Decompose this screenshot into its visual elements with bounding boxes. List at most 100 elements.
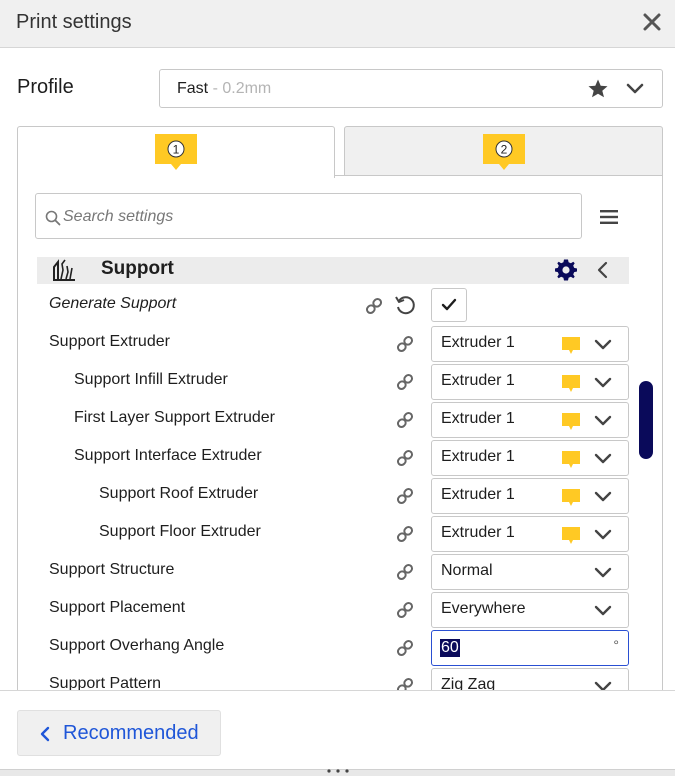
tab-badge-number: 1	[173, 143, 180, 157]
reset-icon[interactable]	[394, 294, 416, 316]
profile-dropdown[interactable]: Fast - 0.2mm	[159, 69, 663, 108]
dropdown-value: Extruder 1	[441, 448, 515, 465]
chevron-left-icon[interactable]	[595, 261, 611, 279]
link-icon	[396, 449, 414, 467]
chevron-down-icon	[594, 567, 612, 578]
dropdown-value: Everywhere	[441, 600, 526, 617]
support-overhang-angle-input[interactable]: 60 °	[431, 630, 629, 666]
dropdown-value: Extruder 1	[441, 410, 515, 427]
chevron-down-icon[interactable]	[626, 81, 644, 97]
support-infill-extruder-dropdown[interactable]: Extruder 1	[431, 364, 629, 400]
bottom-bar: Recommended	[0, 690, 675, 776]
link-icon	[396, 373, 414, 391]
title-bar: Print settings	[0, 0, 675, 48]
chevron-down-icon	[594, 415, 612, 426]
extruder-flag-icon	[562, 375, 580, 392]
link-icon	[396, 335, 414, 353]
setting-row-support-structure: Support Structure Normal	[18, 552, 638, 590]
dropdown-value: Extruder 1	[441, 486, 515, 503]
setting-label: Support Structure	[49, 561, 175, 578]
extruder-flag-icon	[562, 489, 580, 506]
chevron-down-icon	[594, 681, 612, 690]
setting-label: Generate Support	[49, 295, 177, 312]
first-layer-support-extruder-dropdown[interactable]: Extruder 1	[431, 402, 629, 438]
setting-row-support-overhang-angle: Support Overhang Angle 60 °	[18, 628, 638, 666]
dropdown-value: Extruder 1	[441, 372, 515, 389]
support-roof-extruder-dropdown[interactable]: Extruder 1	[431, 478, 629, 514]
tab-extruder-2[interactable]: 2	[344, 126, 663, 176]
setting-row-support-roof-extruder: Support Roof Extruder Extruder 1	[18, 476, 638, 514]
gear-icon[interactable]	[554, 258, 578, 282]
setting-label: Support Roof Extruder	[99, 485, 259, 502]
link-icon	[396, 525, 414, 543]
chevron-down-icon	[594, 453, 612, 464]
chevron-left-icon	[40, 726, 50, 742]
setting-label: Support Overhang Angle	[49, 637, 225, 654]
search-input[interactable]	[63, 205, 563, 229]
scrollbar-thumb[interactable]	[639, 381, 653, 459]
menu-icon[interactable]	[599, 208, 619, 226]
recommended-button[interactable]: Recommended	[17, 710, 221, 756]
setting-row-support-infill-extruder: Support Infill Extruder Extruder 1	[18, 362, 638, 400]
profile-label: Profile	[17, 76, 74, 98]
chevron-down-icon	[594, 377, 612, 388]
dropdown-value: Zig Zag	[441, 676, 496, 690]
profile-layer-height: - 0.2mm	[208, 80, 272, 97]
support-floor-extruder-dropdown[interactable]: Extruder 1	[431, 516, 629, 552]
setting-label: Support Floor Extruder	[99, 523, 261, 540]
setting-row-first-layer-support-extruder: First Layer Support Extruder Extruder 1	[18, 400, 638, 438]
setting-row-support-floor-extruder: Support Floor Extruder Extruder 1	[18, 514, 638, 552]
window-title: Print settings	[16, 11, 132, 33]
search-box[interactable]	[35, 193, 582, 239]
recommended-label: Recommended	[63, 722, 199, 744]
dropdown-value: Extruder 1	[441, 334, 515, 351]
link-icon	[396, 411, 414, 429]
link-icon	[396, 601, 414, 619]
setting-row-support-pattern: Support Pattern Zig Zag	[18, 666, 638, 690]
setting-label: Support Interface Extruder	[74, 447, 262, 464]
drag-handle-icon[interactable]	[325, 769, 351, 776]
link-icon	[396, 487, 414, 505]
category-header-support[interactable]: Support	[37, 257, 629, 284]
profile-name: Fast	[177, 80, 209, 97]
input-unit: °	[613, 637, 619, 653]
extruder-flag-icon	[562, 413, 580, 430]
link-icon	[396, 639, 414, 657]
setting-label: Support Extruder	[49, 333, 170, 350]
setting-row-support-placement: Support Placement Everywhere	[18, 590, 638, 628]
tab-badge-number: 2	[501, 143, 508, 157]
link-icon	[365, 297, 383, 315]
category-title: Support	[101, 258, 174, 279]
link-icon	[396, 677, 414, 690]
extruder-flag-icon	[562, 337, 580, 354]
setting-label: Support Pattern	[49, 675, 162, 690]
close-icon[interactable]	[639, 8, 665, 36]
input-value: 60	[440, 639, 460, 657]
setting-label: Support Infill Extruder	[74, 371, 228, 388]
setting-label: First Layer Support Extruder	[74, 409, 275, 426]
profile-selected-value: Fast - 0.2mm	[177, 80, 271, 98]
chevron-down-icon	[594, 339, 612, 350]
chevron-down-icon	[594, 605, 612, 616]
extruder-flag-icon	[562, 527, 580, 544]
setting-row-support-extruder: Support Extruder Extruder 1	[18, 324, 638, 362]
extruder-badge-icon: 2	[483, 134, 525, 170]
tab-extruder-1[interactable]: 1	[17, 126, 335, 178]
setting-row-generate-support: Generate Support	[18, 286, 638, 324]
dropdown-value: Normal	[441, 562, 493, 579]
support-structure-dropdown[interactable]: Normal	[431, 554, 629, 590]
dropdown-value: Extruder 1	[441, 524, 515, 541]
support-interface-extruder-dropdown[interactable]: Extruder 1	[431, 440, 629, 476]
generate-support-checkbox[interactable]	[431, 288, 467, 322]
support-extruder-dropdown[interactable]: Extruder 1	[431, 326, 629, 362]
support-placement-dropdown[interactable]: Everywhere	[431, 592, 629, 628]
chevron-down-icon	[594, 529, 612, 540]
star-icon[interactable]	[587, 78, 609, 100]
settings-panel: Support Generate Support Support	[17, 175, 663, 690]
support-pattern-dropdown[interactable]: Zig Zag	[431, 668, 629, 690]
search-icon	[45, 210, 61, 226]
extruder-flag-icon	[562, 451, 580, 468]
support-category-icon	[53, 259, 75, 281]
chevron-down-icon	[594, 491, 612, 502]
setting-label: Support Placement	[49, 599, 186, 616]
